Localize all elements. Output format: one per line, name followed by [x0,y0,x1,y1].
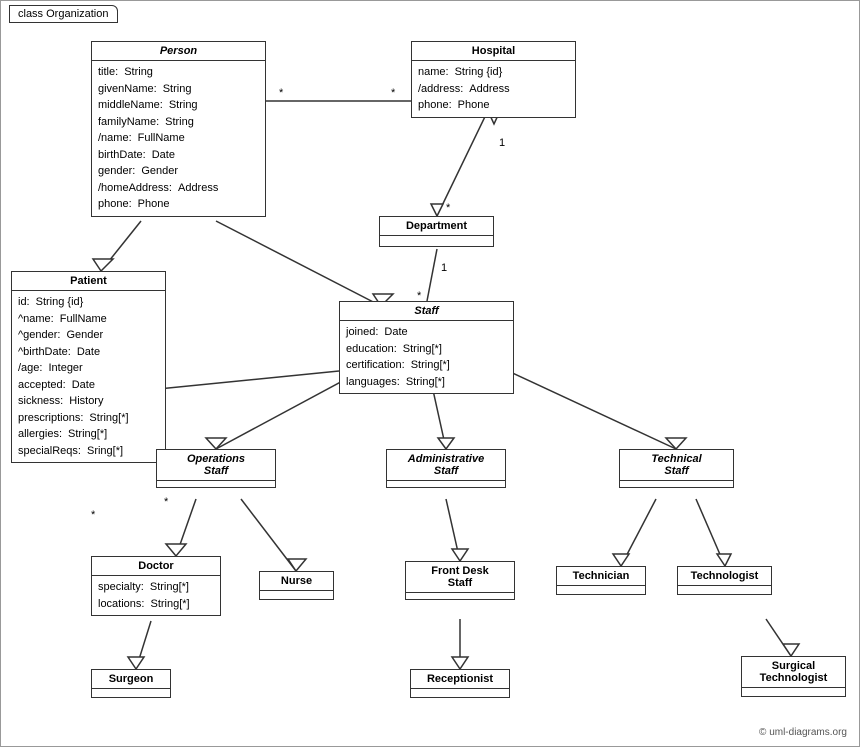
patient-body: id:String {id} ^name:FullName ^gender:Ge… [12,291,165,462]
surgical-technologist-header: SurgicalTechnologist [742,657,845,688]
administrative-staff-class: AdministrativeStaff [386,449,506,488]
svg-text:*: * [279,87,284,99]
technical-staff-class: TechnicalStaff [619,449,734,488]
technician-body [557,586,645,594]
receptionist-header: Receptionist [411,670,509,689]
doctor-header: Doctor [92,557,220,576]
technician-class: Technician [556,566,646,595]
diagram-container: class Organization * * 1 * 1 * * * [0,0,860,747]
surgeon-class: Surgeon [91,669,171,698]
svg-text:*: * [91,509,96,521]
hospital-class: Hospital name:String {id} /address:Addre… [411,41,576,118]
administrative-staff-body [387,481,505,487]
person-class: Person title:String givenName:String mid… [91,41,266,217]
staff-class: Staff joined:Date education:String[*] ce… [339,301,514,394]
nurse-header: Nurse [260,572,333,591]
nurse-body [260,591,333,599]
front-desk-staff-body [406,593,514,599]
technologist-body [678,586,771,594]
technical-staff-header: TechnicalStaff [620,450,733,481]
department-header: Department [380,217,493,236]
patient-class: Patient id:String {id} ^name:FullName ^g… [11,271,166,463]
copyright: © uml-diagrams.org [759,727,847,738]
surgical-technologist-body [742,688,845,696]
surgeon-body [92,689,170,697]
svg-text:*: * [446,202,451,214]
person-body: title:String givenName:String middleName… [92,61,265,216]
technologist-class: Technologist [677,566,772,595]
operations-staff-class: OperationsStaff [156,449,276,488]
patient-header: Patient [12,272,165,291]
svg-text:1: 1 [499,137,505,149]
technical-staff-body [620,481,733,487]
front-desk-staff-header: Front DeskStaff [406,562,514,593]
surgical-technologist-class: SurgicalTechnologist [741,656,846,697]
technician-header: Technician [557,567,645,586]
department-class: Department [379,216,494,247]
doctor-class: Doctor specialty:String[*] locations:Str… [91,556,221,616]
technologist-header: Technologist [678,567,771,586]
nurse-class: Nurse [259,571,334,600]
svg-text:*: * [164,496,169,508]
doctor-body: specialty:String[*] locations:String[*] [92,576,220,615]
svg-text:*: * [391,87,396,99]
staff-header: Staff [340,302,513,321]
person-header: Person [92,42,265,61]
receptionist-body [411,689,509,697]
hospital-body: name:String {id} /address:Address phone:… [412,61,575,117]
operations-staff-header: OperationsStaff [157,450,275,481]
front-desk-staff-class: Front DeskStaff [405,561,515,600]
department-body [380,236,493,246]
receptionist-class: Receptionist [410,669,510,698]
svg-text:1: 1 [441,262,447,274]
operations-staff-body [157,481,275,487]
diagram-title: class Organization [9,5,118,23]
surgeon-header: Surgeon [92,670,170,689]
staff-body: joined:Date education:String[*] certific… [340,321,513,393]
administrative-staff-header: AdministrativeStaff [387,450,505,481]
hospital-header: Hospital [412,42,575,61]
